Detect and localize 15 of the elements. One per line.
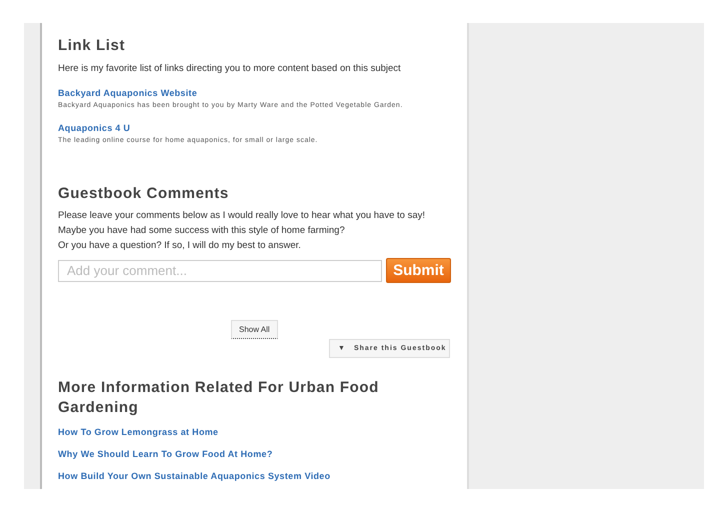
submit-button[interactable]: Submit (386, 258, 451, 283)
link[interactable]: How To Grow Lemongrass at Home (58, 427, 467, 437)
section-title: More Information Related For Urban Food Gardening (58, 378, 380, 418)
show-all-button[interactable]: Show All (231, 320, 278, 339)
guestbook-text: Please leave your comments below as I would really love to hear what you have to say! (58, 209, 426, 223)
link[interactable]: How Build Your Own Sustainable Aquaponics System Video (58, 471, 467, 481)
section-title: Guestbook Comments (58, 185, 230, 203)
guestbook-text: Maybe you have had some success with this style of home farming? (58, 224, 346, 238)
link[interactable]: Why We Should Learn To Grow Food At Home? (58, 449, 467, 459)
section-title: Link List (58, 37, 126, 55)
guestbook-text: Or you have a question? If so, I will do my best to answer. (58, 239, 302, 253)
link[interactable]: Aquaponics 4 U (58, 123, 467, 133)
link[interactable]: Backyard Aquaponics Website (58, 88, 467, 98)
intro-text: Here is my favorite list of links directing you to more content based on this subject (58, 63, 402, 74)
comment-field[interactable]: Add your comment... (58, 260, 382, 282)
